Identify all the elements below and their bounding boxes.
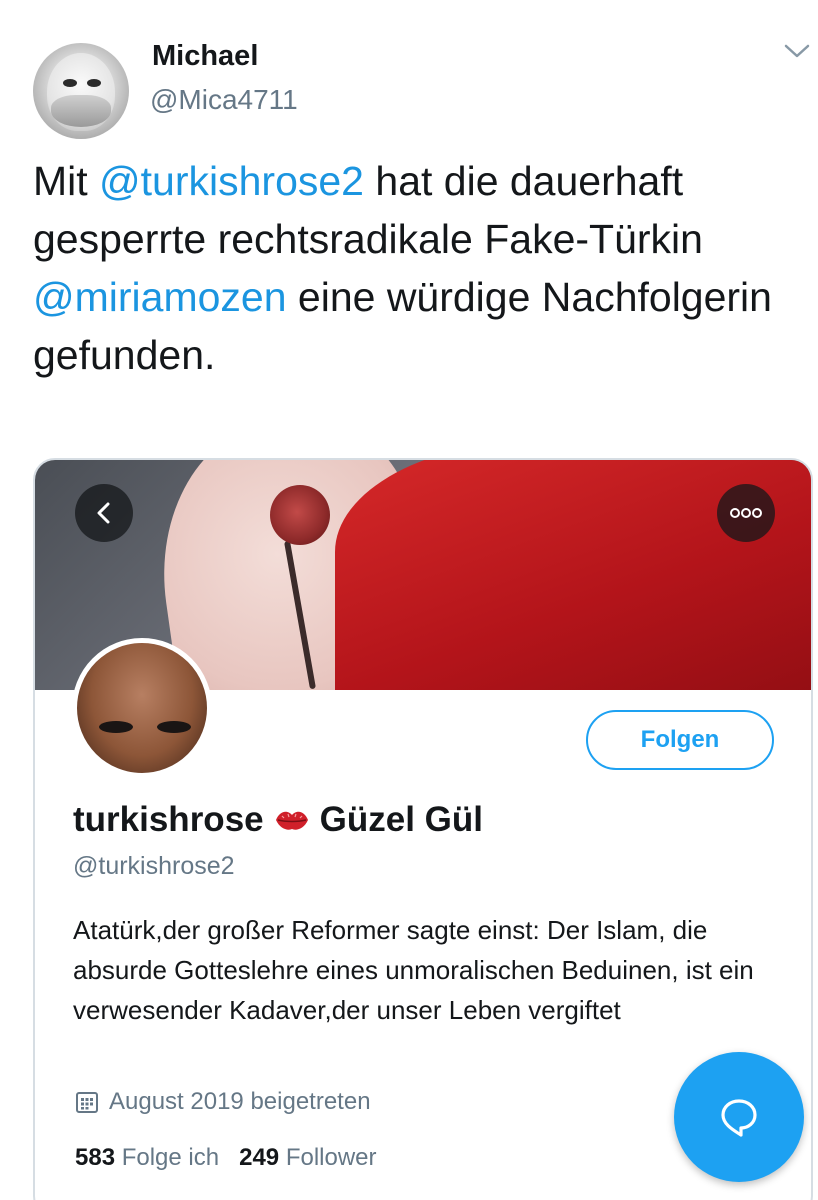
- kiss-lips-icon: [275, 811, 308, 830]
- tweet-text: Mit @turkishrose2 hat die dauerhaft gesp…: [33, 152, 813, 384]
- following-label: Folge ich: [121, 1144, 220, 1171]
- following-stat[interactable]: 583 Folge ich: [75, 1144, 219, 1172]
- display-name-suffix: Güzel Gül: [319, 800, 483, 839]
- compose-chat-icon: [721, 1099, 757, 1137]
- compose-fab[interactable]: [674, 1052, 804, 1182]
- author-handle[interactable]: @Mica4711: [150, 84, 298, 116]
- more-button[interactable]: [717, 484, 775, 542]
- mention-link[interactable]: @turkishrose2: [99, 158, 364, 204]
- avatar-eye-right: [87, 79, 101, 87]
- avatar-eye-left: [63, 79, 77, 87]
- followers-count: 249: [239, 1144, 280, 1171]
- follow-stats: 583 Folge ich 249 Follower: [75, 1144, 377, 1172]
- chevron-down-icon[interactable]: [782, 38, 812, 64]
- joined-text: August 2019 beigetreten: [109, 1088, 371, 1115]
- author-name[interactable]: Michael: [152, 40, 258, 73]
- following-count: 583: [75, 1144, 116, 1171]
- profile-bio: Atatürk,der großer Reformer sagte einst:…: [73, 915, 754, 1025]
- follow-button[interactable]: Folgen: [586, 710, 774, 770]
- tweet-text-part: Mit: [33, 158, 100, 204]
- avatar-hands: [51, 95, 111, 127]
- more-icon: [730, 508, 762, 518]
- profile-display-name: turkishrose Güzel Gül: [73, 800, 483, 840]
- calendar-icon: [76, 1092, 98, 1113]
- profile-eye-left: [99, 721, 133, 733]
- profile-handle: @turkishrose2: [73, 852, 235, 880]
- mention-link[interactable]: @miriamozen: [33, 274, 287, 320]
- followers-label: Follower: [285, 1144, 377, 1171]
- followers-stat[interactable]: 249 Follower: [239, 1144, 376, 1172]
- profile-picture[interactable]: [72, 638, 212, 778]
- display-name-text: turkishrose: [73, 800, 264, 839]
- joined-date: August 2019 beigetreten: [75, 1088, 371, 1116]
- banner-rose: [270, 485, 330, 545]
- profile-eye-right: [157, 721, 191, 733]
- author-avatar[interactable]: [33, 43, 129, 139]
- back-button[interactable]: [75, 484, 133, 542]
- back-arrow-icon: [97, 502, 110, 524]
